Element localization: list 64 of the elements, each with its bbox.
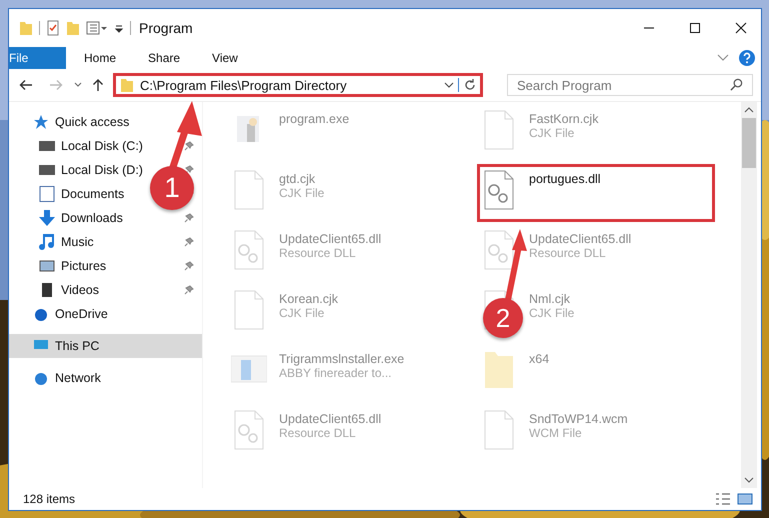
pin-icon[interactable] bbox=[184, 285, 194, 295]
maximize-icon[interactable] bbox=[689, 22, 701, 34]
cloud-icon bbox=[33, 306, 49, 322]
file-type: WCM File bbox=[529, 426, 583, 440]
scrollbar[interactable] bbox=[741, 102, 757, 488]
nav-item[interactable]: Network bbox=[9, 366, 202, 390]
file-type: CJK File bbox=[279, 186, 324, 200]
nav-item[interactable]: Quick access bbox=[9, 110, 202, 134]
file-type: Resource DLL bbox=[279, 426, 357, 440]
file-type: CJK File bbox=[279, 306, 326, 320]
file-type: CJK File bbox=[529, 126, 576, 140]
nav-item[interactable]: Local Disk (D:) bbox=[9, 158, 143, 182]
pin-icon[interactable] bbox=[184, 141, 194, 151]
file-type: CJK File bbox=[529, 306, 574, 320]
star-icon bbox=[33, 114, 49, 130]
expand-ribbon-icon[interactable] bbox=[717, 54, 729, 62]
search-field[interactable]: Search Program bbox=[507, 74, 753, 96]
back-icon[interactable] bbox=[19, 78, 33, 92]
videos-icon bbox=[39, 282, 55, 298]
downloads-icon bbox=[39, 210, 55, 226]
ribbon-tab[interactable]: View bbox=[198, 47, 252, 69]
scroll-up-icon[interactable] bbox=[744, 106, 754, 114]
nav-item[interactable]: Documents bbox=[9, 182, 124, 206]
pictures-icon bbox=[39, 258, 55, 274]
nav-item[interactable]: Videos bbox=[9, 278, 99, 302]
file-type: Resource DLL bbox=[279, 246, 357, 260]
scroll-down-icon[interactable] bbox=[744, 476, 754, 484]
properties-icon[interactable] bbox=[46, 20, 60, 36]
music-icon bbox=[39, 234, 55, 250]
file-item[interactable]: portugues.dll bbox=[477, 164, 715, 222]
nav-item[interactable]: OneDrive bbox=[9, 302, 202, 326]
window-title: Program bbox=[139, 20, 193, 36]
up-icon[interactable] bbox=[91, 78, 105, 92]
address-bar[interactable]: C:\Program Files\Program Directory bbox=[113, 73, 483, 97]
file-type: Resource DLL bbox=[529, 246, 607, 260]
pin-icon[interactable] bbox=[184, 213, 194, 223]
large-icons-view-icon[interactable] bbox=[737, 492, 753, 506]
nav-item[interactable]: Music bbox=[9, 230, 94, 254]
network-icon bbox=[33, 370, 49, 386]
drive-icon bbox=[39, 138, 55, 154]
address-path: C:\Program Files\Program Directory bbox=[140, 78, 348, 92]
pin-icon[interactable] bbox=[184, 261, 194, 271]
item-count: 128 items bbox=[23, 492, 76, 506]
view-icon[interactable] bbox=[86, 20, 108, 36]
file-type: ABBY finereader to... bbox=[279, 366, 393, 380]
drive-icon bbox=[39, 162, 55, 178]
help-icon[interactable] bbox=[739, 50, 755, 66]
ribbon-tab[interactable]: Home bbox=[70, 47, 130, 69]
refresh-icon[interactable] bbox=[458, 78, 477, 92]
ribbon-tab[interactable]: Share bbox=[134, 47, 194, 69]
nav-item[interactable]: Pictures bbox=[9, 254, 106, 278]
documents-icon bbox=[39, 186, 55, 202]
scroll-thumb[interactable] bbox=[742, 118, 756, 168]
folder-icon bbox=[120, 77, 134, 93]
dropdown-icon[interactable] bbox=[444, 80, 454, 90]
details-view-icon[interactable] bbox=[715, 492, 731, 506]
close-icon[interactable] bbox=[735, 22, 747, 34]
nav-item[interactable]: Local Disk (C:) bbox=[9, 134, 143, 158]
pin-icon[interactable] bbox=[184, 165, 194, 175]
nav-item[interactable]: Downloads bbox=[9, 206, 123, 230]
file-name: portugues.dll bbox=[529, 172, 601, 186]
search-icon bbox=[730, 78, 743, 91]
nav-item[interactable]: This PC bbox=[9, 334, 202, 358]
pin-icon[interactable] bbox=[184, 237, 194, 247]
